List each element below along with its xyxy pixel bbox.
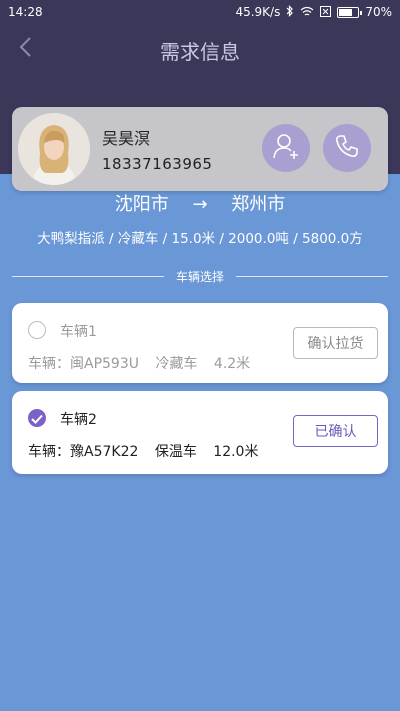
route-origin: 沈阳市 [114, 194, 169, 215]
avatar [18, 113, 90, 185]
wifi-icon [300, 6, 314, 19]
header: 需求信息 吴昊溟 18337163965 [0, 24, 400, 191]
vehicle-radio[interactable] [28, 321, 46, 339]
vehicle-length: 12.0米 [213, 444, 259, 460]
status-time: 14:28 [8, 5, 43, 19]
bluetooth-icon [286, 5, 294, 19]
status-icons: 45.9K/s 70% [235, 5, 392, 19]
divider-line-left [12, 275, 164, 277]
divider-line-right [236, 275, 389, 277]
route-detail: 大鸭梨指派 / 冷藏车 / 15.0米 / 2000.0吨 / 5800.0方 [37, 231, 363, 247]
vehicle-info: 车辆：豫A57K22 保温车 12.0米 [28, 441, 270, 461]
section-title: 车辆选择 [176, 269, 225, 284]
section-divider: 车辆选择 [12, 268, 389, 284]
add-contact-icon [271, 131, 301, 165]
confirmed-button[interactable]: 已确认 [293, 415, 378, 447]
confirm-load-button[interactable]: 确认拉货 [293, 327, 378, 359]
vehicle-card[interactable]: 车辆1 车辆：闽AP593U 冷藏车 4.2米 确认拉货 [12, 303, 388, 383]
route-destination: 郑州市 [231, 194, 286, 215]
contact-name: 吴昊溟 [102, 129, 151, 148]
contact-phone: 18337163965 [102, 155, 213, 173]
vehicle-name: 车辆2 [60, 412, 97, 428]
add-contact-button[interactable] [262, 124, 310, 172]
network-speed: 45.9K/s [235, 5, 281, 19]
vehicle-radio-checked[interactable] [28, 409, 46, 427]
vehicle-plate: 车辆：闽AP593U [28, 356, 139, 372]
route-arrow: → [192, 194, 208, 215]
vehicle-card[interactable]: 车辆2 车辆：豫A57K22 保温车 12.0米 已确认 [12, 391, 388, 474]
phone-icon [334, 133, 360, 163]
contact-card: 吴昊溟 18337163965 [12, 107, 388, 191]
vehicle-type: 保温车 [154, 444, 197, 460]
vehicle-name: 车辆1 [60, 324, 97, 340]
battery-percent: 70% [365, 5, 392, 19]
page-title: 需求信息 [160, 40, 240, 64]
check-icon [31, 409, 43, 428]
battery-icon [337, 6, 363, 18]
vehicle-info: 车辆：闽AP593U 冷藏车 4.2米 [28, 353, 262, 373]
vehicle-plate: 车辆：豫A57K22 [28, 444, 139, 460]
route: 沈阳市 → 郑州市 [0, 190, 400, 216]
vehicle-length: 4.2米 [213, 356, 251, 372]
vehicle-type: 冷藏车 [155, 356, 198, 372]
sim-icon [320, 5, 332, 19]
call-button[interactable] [323, 124, 371, 172]
status-bar: 14:28 45.9K/s 70% [0, 0, 400, 24]
